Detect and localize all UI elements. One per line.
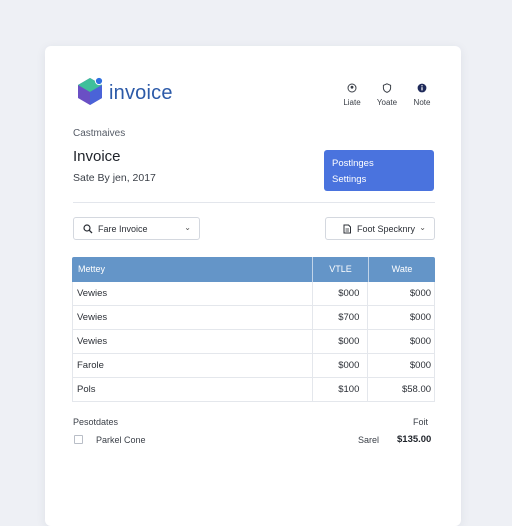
table-row[interactable]: Vewies $000 $000 — [72, 282, 435, 306]
chevron-down-icon: ⌄ — [184, 223, 191, 232]
page-subtitle: Sate By jen, 2017 — [73, 172, 156, 184]
top-action-label: Liate — [343, 98, 361, 107]
table-cell: Farole — [77, 360, 104, 371]
settings-line-1: Postlnges — [332, 158, 374, 169]
chevron-down-icon: ⌄ — [419, 223, 426, 232]
table-cell: $700 — [311, 306, 368, 329]
search-label: Fare Invoice — [98, 224, 148, 234]
search-icon — [83, 224, 93, 234]
column-header[interactable]: VTLE — [312, 257, 368, 282]
column-header[interactable]: Wate — [368, 257, 435, 282]
sort-label: Foot Specknry — [357, 224, 416, 234]
table-cell: Vewies — [77, 288, 108, 299]
table-cell: $000 — [367, 354, 434, 377]
table-row[interactable]: Pols $100 $58.00 — [72, 378, 435, 402]
table-cell: $000 — [311, 282, 368, 305]
divider — [73, 202, 435, 203]
search-input[interactable]: Fare Invoice ⌄ — [73, 217, 200, 240]
invoice-table: Mettey VTLE Wate Vewies $000 $000 Vewies… — [72, 257, 435, 402]
top-action-yoate[interactable]: Yoate — [370, 83, 404, 107]
table-cell: $000 — [367, 282, 434, 305]
page-title: Invoice — [73, 148, 121, 165]
settings-line-2: Settings — [332, 174, 367, 185]
brand-name: invoice — [109, 82, 173, 104]
column-header[interactable]: Mettey — [72, 257, 312, 282]
section-label: Castmaives — [73, 128, 126, 139]
total-value: $135.00 — [397, 434, 432, 445]
table-cell: $000 — [367, 306, 434, 329]
document-icon — [343, 224, 351, 234]
circle-user-icon — [347, 83, 357, 93]
shield-icon — [382, 83, 392, 93]
table-row[interactable]: Vewies $000 $000 — [72, 330, 435, 354]
checkbox[interactable] — [74, 435, 83, 444]
top-action-liate[interactable]: Liate — [335, 83, 369, 107]
table-cell: Vewies — [77, 336, 108, 347]
top-action-label: Note — [413, 98, 431, 107]
top-actions: Liate Yoate Note — [335, 83, 439, 115]
table-cell: $000 — [311, 330, 368, 353]
footer-label: Pesotdates — [73, 417, 119, 427]
table-cell: Vewies — [77, 312, 108, 323]
top-action-note[interactable]: Note — [405, 83, 439, 107]
table-row[interactable]: Vewies $700 $000 — [72, 306, 435, 330]
info-icon — [417, 83, 427, 93]
table-cell: $000 — [311, 354, 368, 377]
logo-icon — [78, 76, 104, 105]
footer-right-label: Foit — [413, 417, 429, 427]
table-row[interactable]: Farole $000 $000 — [72, 354, 435, 378]
sort-dropdown[interactable]: Foot Specknry ⌄ — [325, 217, 435, 240]
invoice-card: invoice Liate Yoate Note Castmaives Invo… — [45, 46, 461, 526]
table-cell: $100 — [311, 378, 368, 401]
table-cell: $000 — [367, 330, 434, 353]
table-cell: $58.00 — [367, 378, 434, 401]
table-cell: Pols — [77, 384, 96, 395]
top-action-label: Yoate — [376, 98, 398, 107]
total-label: Sarel — [358, 435, 380, 445]
table-header: Mettey VTLE Wate — [72, 257, 435, 282]
settings-button[interactable]: Postlnges Settings — [324, 150, 434, 191]
checkbox-label: Parkel Cone — [96, 435, 146, 445]
